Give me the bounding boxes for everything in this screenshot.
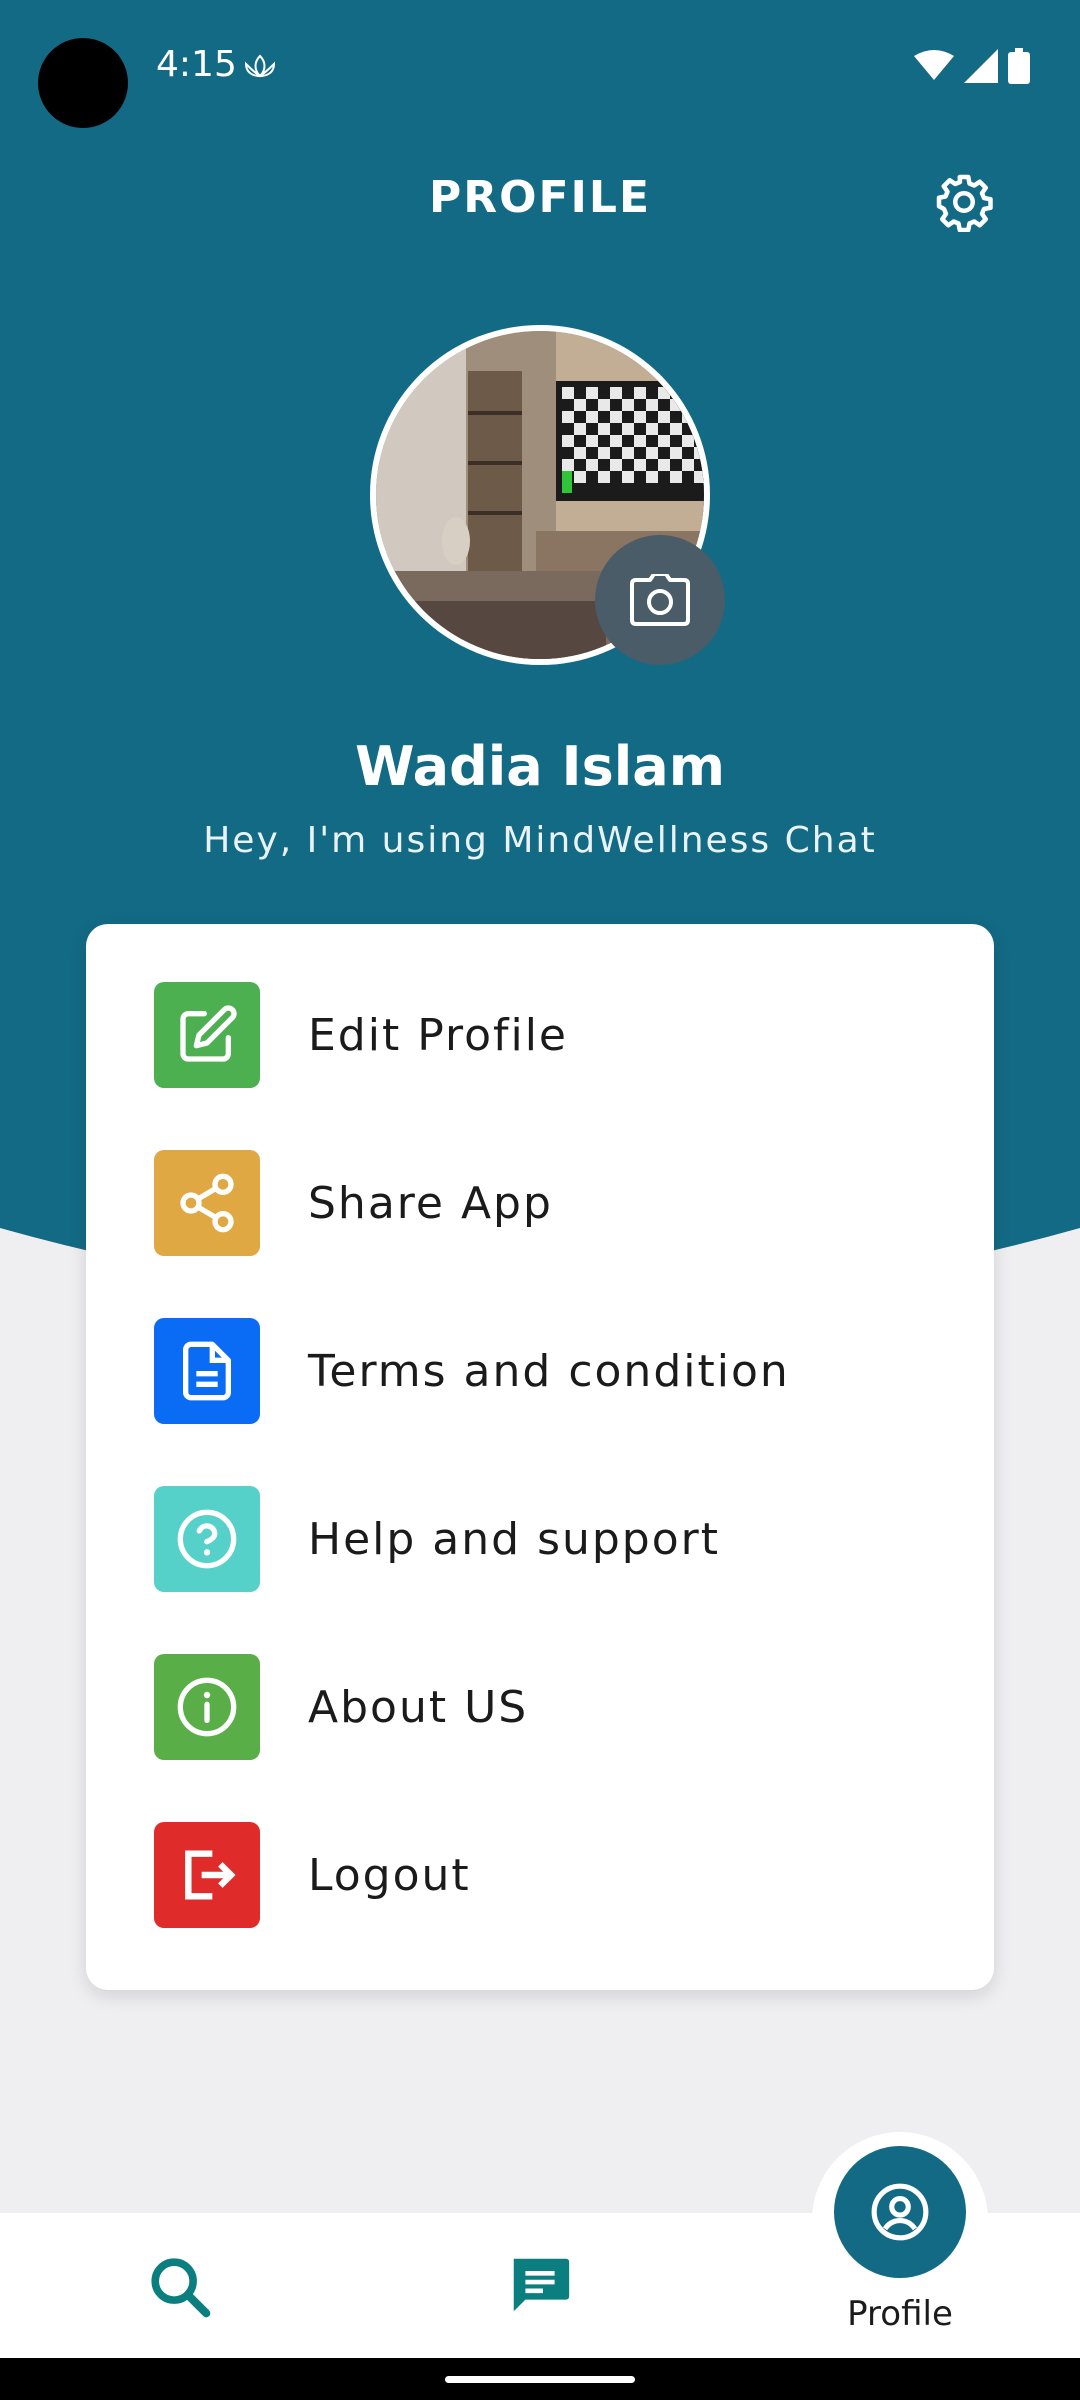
menu-item-label: Terms and condition (308, 1345, 790, 1397)
status-bar: 4:15 (0, 0, 1080, 135)
menu-item-label: Logout (308, 1849, 471, 1901)
status-time: 4:15 (156, 44, 237, 85)
lotus-icon (244, 54, 276, 78)
logout-icon (154, 1822, 260, 1928)
front-camera (38, 38, 128, 128)
home-indicator[interactable] (445, 2376, 635, 2383)
profile-menu-card: Edit Profile Share App Terms and conditi… (86, 924, 994, 1990)
menu-item-label: About US (308, 1681, 529, 1733)
menu-item-label: Edit Profile (308, 1009, 569, 1061)
change-photo-button[interactable] (595, 535, 725, 665)
menu-item-help[interactable]: Help and support (154, 1486, 954, 1592)
page-title: PROFILE (428, 172, 652, 223)
menu-item-label: Share App (308, 1177, 553, 1229)
status-icons (914, 48, 1030, 84)
info-icon (154, 1654, 260, 1760)
menu-item-edit-profile[interactable]: Edit Profile (154, 982, 954, 1088)
nav-profile-button[interactable] (834, 2146, 966, 2278)
signal-icon (964, 49, 998, 83)
search-icon[interactable] (145, 2252, 215, 2322)
menu-item-logout[interactable]: Logout (154, 1822, 954, 1928)
document-icon (154, 1318, 260, 1424)
edit-icon (154, 982, 260, 1088)
profile-icon (871, 2183, 929, 2241)
menu-item-label: Help and support (308, 1513, 720, 1565)
profile-status: Hey, I'm using MindWellness Chat (203, 820, 877, 861)
chat-icon[interactable] (505, 2250, 575, 2320)
nav-profile-label: Profile (847, 2294, 953, 2334)
menu-item-terms[interactable]: Terms and condition (154, 1318, 954, 1424)
camera-icon (630, 574, 690, 626)
gear-icon[interactable] (934, 172, 994, 232)
share-icon (154, 1150, 260, 1256)
battery-icon (1008, 48, 1030, 84)
menu-item-share-app[interactable]: Share App (154, 1150, 954, 1256)
wifi-icon (914, 50, 954, 80)
help-icon (154, 1486, 260, 1592)
menu-item-about[interactable]: About US (154, 1654, 954, 1760)
profile-name: Wadia Islam (355, 735, 725, 798)
